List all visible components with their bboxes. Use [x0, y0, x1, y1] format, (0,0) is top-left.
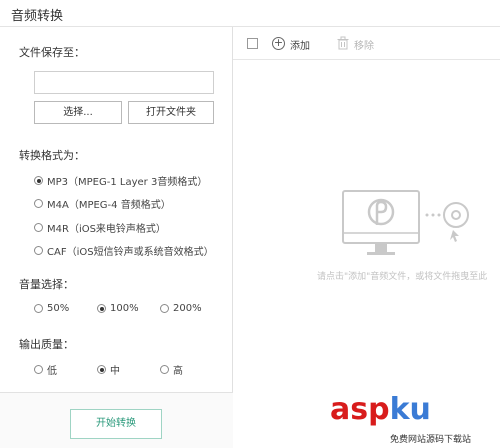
quality-option-label: 中 [110, 366, 120, 377]
open-folder-button[interactable]: 打开文件夹 [128, 101, 214, 124]
radio[interactable] [34, 246, 43, 255]
watermark-text-a: asp [330, 392, 390, 427]
remove-button[interactable]: 移除 [354, 37, 374, 52]
volume-label: 音量选择： [19, 278, 74, 291]
window-title: 音频转换 [11, 9, 64, 24]
format-option-label: MP3（MPEG-1 Layer 3音频格式） [47, 177, 208, 188]
format-option-label: CAF（iOS短信铃声或系统音效格式） [47, 247, 214, 258]
empty-hint-text: 请点击"添加"音频文件，或将文件拖曳至此 [317, 272, 488, 282]
radio-checked[interactable] [34, 176, 43, 185]
select-all-checkbox[interactable] [247, 38, 258, 49]
volume-option-50[interactable]: 50% [34, 303, 69, 314]
format-label: 转换格式为： [19, 149, 85, 162]
quality-label: 输出质量： [19, 338, 74, 351]
quality-option-label: 低 [47, 366, 57, 377]
trash-icon[interactable] [336, 36, 350, 50]
radio-checked[interactable] [97, 304, 106, 313]
start-convert-button[interactable]: 开始转换 [70, 409, 162, 439]
format-option-m4r[interactable]: M4R（iOS来电铃声格式） [34, 220, 166, 235]
volume-option-100[interactable]: 100% [97, 303, 139, 314]
site-watermark: aspku [330, 392, 431, 427]
radio[interactable] [160, 304, 169, 313]
radio[interactable] [34, 199, 43, 208]
add-button[interactable]: 添加 [290, 37, 310, 52]
volume-option-label: 100% [110, 303, 139, 314]
format-option-m4a[interactable]: M4A（MPEG-4 音频格式） [34, 196, 171, 211]
radio[interactable] [34, 223, 43, 232]
quality-option-medium[interactable]: 中 [97, 362, 120, 377]
volume-option-200[interactable]: 200% [160, 303, 202, 314]
watermark-text-b: ku [389, 392, 431, 427]
radio[interactable] [160, 365, 169, 374]
volume-option-label: 200% [173, 303, 202, 314]
quality-option-high[interactable]: 高 [160, 362, 183, 377]
plus-circle-icon[interactable]: + [272, 37, 285, 50]
title-bar: 音频转换 [0, 0, 500, 27]
radio-checked[interactable] [97, 365, 106, 374]
empty-drop-illustration [342, 190, 469, 255]
format-option-caf[interactable]: CAF（iOS短信铃声或系统音效格式） [34, 243, 214, 258]
save-path-field[interactable] [34, 71, 214, 94]
format-option-mp3[interactable]: MP3（MPEG-1 Layer 3音频格式） [34, 173, 207, 188]
format-option-label: M4A（MPEG-4 音频格式） [47, 200, 171, 211]
volume-option-label: 50% [47, 303, 70, 314]
radio[interactable] [34, 304, 43, 313]
watermark-subtitle: 免费网站源码下载站 [390, 435, 472, 445]
file-list-panel: + 添加 移除 请点击"添加"音频文件，或将文件拖曳至此 [233, 27, 500, 448]
radio[interactable] [34, 365, 43, 374]
settings-panel: 文件保存至： 选择... 打开文件夹 转换格式为： MP3（MPEG-1 Lay… [0, 27, 233, 448]
save-location-label: 文件保存至： [19, 46, 85, 59]
choose-folder-button[interactable]: 选择... [34, 101, 122, 124]
format-option-label: M4R（iOS来电铃声格式） [47, 224, 166, 235]
action-bar: 开始转换 [0, 392, 233, 448]
quality-option-low[interactable]: 低 [34, 362, 57, 377]
quality-option-label: 高 [173, 366, 183, 377]
file-toolbar: + 添加 移除 [233, 27, 500, 60]
